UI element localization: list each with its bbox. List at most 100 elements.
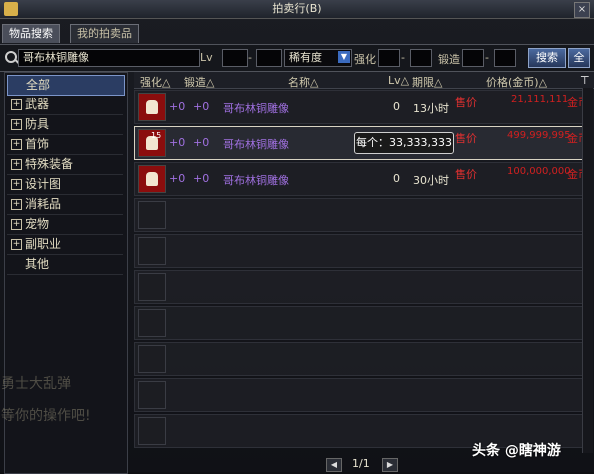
expand-icon[interactable]: + — [11, 119, 22, 130]
sidebar-item-consumables[interactable]: + 消耗品 — [7, 195, 123, 215]
level-tag: 15 — [151, 131, 162, 140]
sidebar-item-weapons[interactable]: + 武器 — [7, 95, 123, 115]
tab-my-auctions[interactable]: 我的拍卖品 — [70, 24, 139, 43]
reset-button[interactable]: 全 — [568, 48, 590, 68]
goblin-statue-icon: 15 — [138, 129, 166, 157]
title-bar[interactable]: 拍卖行(B) × — [0, 0, 594, 19]
expand-icon[interactable]: + — [11, 159, 22, 170]
empty-row — [134, 270, 592, 304]
empty-slot — [138, 237, 166, 265]
sidebar-item-subprofession[interactable]: + 副职业 — [7, 235, 123, 255]
forge-label: 锻造 — [438, 53, 460, 66]
expand-icon[interactable]: + — [11, 219, 22, 230]
chevron-down-icon[interactable]: ▼ — [338, 51, 350, 63]
sidebar-item-label: 消耗品 — [25, 197, 62, 211]
window-icon — [4, 2, 18, 16]
row-enhance: +0 — [169, 136, 186, 149]
enhance-max-input[interactable] — [410, 49, 432, 67]
rarity-select[interactable]: 稀有度 ▼ — [284, 49, 352, 67]
sidebar-item-label: 设计图 — [25, 177, 62, 191]
page-indicator: 1/1 — [352, 457, 370, 470]
sidebar-item-label: 宠物 — [25, 217, 50, 231]
col-forge[interactable]: 锻造△ — [184, 74, 214, 90]
empty-slot — [138, 273, 166, 301]
row-price-label: 售价 — [455, 132, 477, 145]
col-duration[interactable]: 期限△ — [412, 74, 442, 90]
goblin-statue-icon — [138, 93, 166, 121]
row-price: 21,111,111 — [511, 94, 569, 105]
sidebar-item-pets[interactable]: + 宠物 — [7, 215, 123, 235]
row-name: 哥布林铜雕像 — [223, 138, 289, 151]
category-sidebar: 全部 + 武器 + 防具 + 首饰 + 特殊装备 + 设计图 + 消耗品 + 宠… — [1, 72, 128, 474]
enhance-dash: - — [401, 51, 405, 64]
row-price-label: 售价 — [455, 168, 477, 181]
sidebar-item-special-equip[interactable]: + 特殊装备 — [7, 155, 123, 175]
row-time: 30小时 — [413, 174, 449, 187]
search-row: 哥布林铜雕像 Lv - 稀有度 ▼ 强化 - 锻造 - 搜索 全 — [0, 44, 594, 72]
row-forge: +0 — [193, 172, 210, 185]
empty-row — [134, 342, 592, 376]
search-button[interactable]: 搜索 — [528, 48, 566, 68]
empty-slot — [138, 381, 166, 409]
expand-icon[interactable]: + — [11, 179, 22, 190]
empty-row — [134, 378, 592, 412]
sidebar-item-all[interactable]: 全部 — [7, 75, 125, 96]
row-time: 13小时 — [413, 102, 449, 115]
sidebar-item-accessories[interactable]: + 首饰 — [7, 135, 123, 155]
expand-icon[interactable]: + — [11, 239, 22, 250]
row-lv: 0 — [393, 172, 400, 185]
empty-row — [134, 198, 592, 232]
watermark: 头条 @瞎神游 — [472, 443, 561, 459]
table-row[interactable]: +0 +0 哥布林铜雕像 0 30小时 售价 100,000,000 金币 — [134, 162, 592, 196]
row-enhance: +0 — [169, 100, 186, 113]
expand-icon[interactable]: + — [11, 199, 22, 210]
sidebar-item-other[interactable]: 其他 — [7, 255, 123, 275]
sidebar-item-label: 武器 — [25, 97, 50, 111]
sort-icon[interactable]: ⊤ — [580, 74, 590, 87]
empty-slot — [138, 345, 166, 373]
col-lv[interactable]: Lv△ — [388, 74, 409, 87]
background-text: 等你的操作吧! — [1, 408, 91, 424]
sidebar-item-label: 其他 — [25, 257, 50, 271]
empty-slot — [138, 417, 166, 445]
row-name: 哥布林铜雕像 — [223, 174, 289, 187]
enhance-label: 强化 — [354, 53, 376, 66]
sidebar-item-label: 首饰 — [25, 137, 50, 151]
rarity-value: 稀有度 — [289, 51, 322, 64]
next-page-icon[interactable]: ▶ — [382, 458, 398, 472]
empty-row — [134, 234, 592, 268]
search-icon — [5, 51, 17, 63]
row-name: 哥布林铜雕像 — [223, 102, 289, 115]
row-price: 499,999,995 — [507, 130, 571, 141]
expand-icon[interactable]: + — [11, 139, 22, 150]
sidebar-item-label: 全部 — [26, 78, 51, 92]
prev-page-icon[interactable]: ◀ — [326, 458, 342, 472]
item-name-input[interactable]: 哥布林铜雕像 — [18, 49, 200, 67]
sidebar-item-blueprints[interactable]: + 设计图 — [7, 175, 123, 195]
forge-dash: - — [485, 51, 489, 64]
lv-max-input[interactable] — [256, 49, 282, 67]
tab-item-search[interactable]: 物品搜索 — [2, 24, 60, 43]
expand-icon[interactable]: + — [11, 99, 22, 110]
results-scrollbar[interactable] — [582, 88, 593, 453]
row-price: 100,000,000 — [507, 166, 571, 177]
sidebar-item-armor[interactable]: + 防具 — [7, 115, 123, 135]
enhance-min-input[interactable] — [378, 49, 400, 67]
lv-min-input[interactable] — [222, 49, 248, 67]
forge-min-input[interactable] — [462, 49, 484, 67]
col-price[interactable]: 价格(金币)△ — [486, 74, 547, 90]
lv-label: Lv — [200, 51, 213, 64]
pagination: ◀ 1/1 ▶ — [326, 456, 446, 472]
row-price-label: 售价 — [455, 96, 477, 109]
background-text: 勇士大乱弹 — [1, 376, 71, 392]
col-name[interactable]: 名称△ — [288, 74, 318, 90]
window-title: 拍卖行(B) — [272, 2, 322, 15]
goblin-statue-icon — [138, 165, 166, 193]
forge-max-input[interactable] — [494, 49, 516, 67]
empty-row — [134, 306, 592, 340]
table-row[interactable]: +0 +0 哥布林铜雕像 0 13小时 售价 21,111,111 金币 — [134, 90, 592, 124]
empty-slot — [138, 309, 166, 337]
close-button[interactable]: × — [574, 2, 590, 18]
sidebar-item-label: 防具 — [25, 117, 50, 131]
col-enhance[interactable]: 强化△ — [140, 74, 170, 90]
